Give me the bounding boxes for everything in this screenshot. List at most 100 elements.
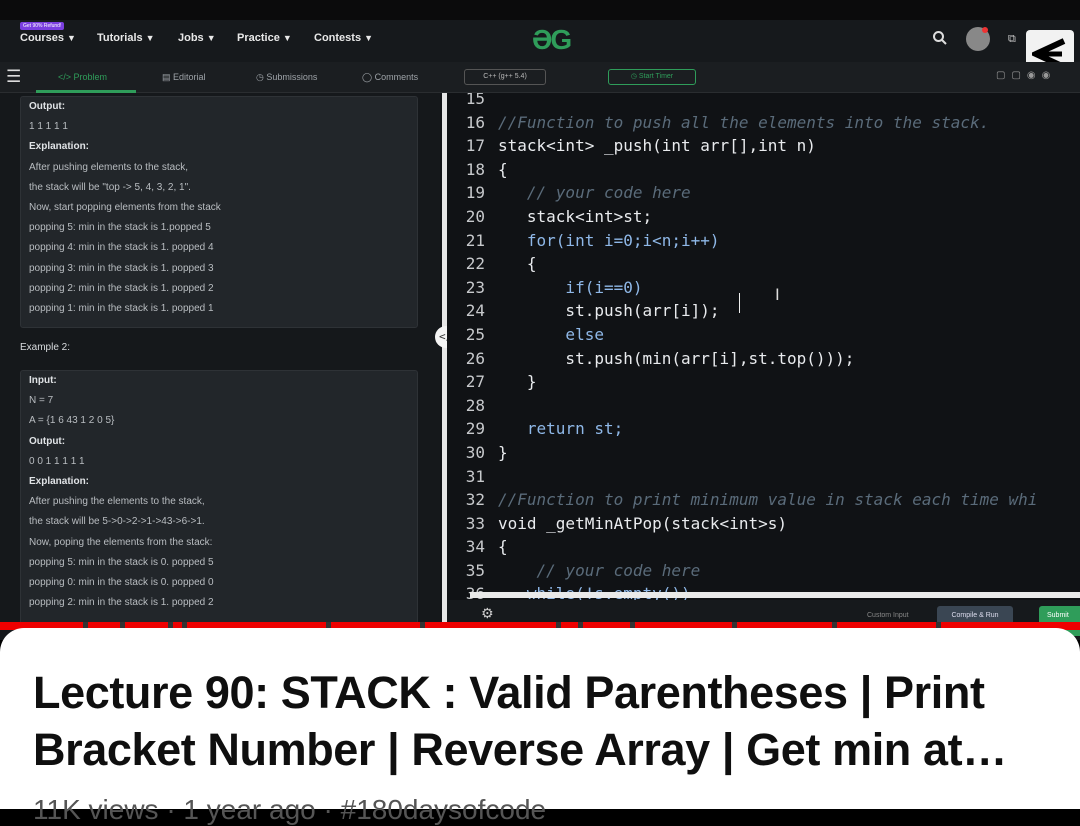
gear-icon[interactable]: ⚙ [481, 606, 494, 622]
code-line[interactable]: 19 // your code here [447, 181, 1037, 205]
nav-courses[interactable]: Courses ▼ [20, 32, 76, 44]
example-line: 1 1 1 1 1 [29, 121, 68, 133]
example-2-title: Example 2: [20, 342, 71, 353]
code-line[interactable]: 26 st.push(min(arr[i],st.top())); [447, 347, 1037, 371]
line-number: 15 [465, 93, 485, 108]
example-line: the stack will be 5->0->2->1->43->6->1. [29, 516, 205, 528]
code-line[interactable]: 30} [447, 441, 1037, 465]
line-number: 29 [465, 419, 485, 439]
code-line[interactable]: 23 if(i==0) [447, 276, 1037, 300]
code-lines[interactable]: 15 16 //Function to push all the elements … [447, 93, 1038, 606]
line-number: 25 [465, 324, 485, 344]
code-line[interactable]: 29 return st; [447, 417, 1037, 441]
promo-badge[interactable]: Get 90% Refund! [20, 22, 65, 30]
chevron-down-icon: ▼ [145, 33, 155, 43]
example-line: popping 2: min in the stack is 1. popped… [29, 597, 214, 609]
line-number: 18 [465, 159, 485, 179]
site-navbar: Get 90% Refund! Courses ▼ Tutorials ▼ Jobs… [0, 20, 1080, 62]
text-cursor [739, 293, 740, 313]
nav-practice[interactable]: Practice ▼ [237, 32, 292, 44]
example-line: Input: [29, 375, 57, 386]
line-number: 28 [465, 395, 485, 415]
nav-jobs[interactable]: Jobs ▼ [178, 32, 216, 44]
editor-tool-icons[interactable]: ▢▢◉◉ [996, 70, 1056, 81]
video-title[interactable]: Lecture 90: STACK : Valid Parentheses | … [33, 664, 1053, 778]
code-text: if(i==0) [498, 277, 643, 297]
video-meta: 11K views · 1 year ago · #180daysofcode [33, 794, 547, 825]
chevron-down-icon: ▼ [282, 33, 292, 43]
code-text: } [498, 442, 508, 462]
language-select[interactable]: C++ (g++ 5.4) [464, 69, 546, 85]
code-editor[interactable]: 15 16 //Function to push all the elements … [447, 93, 1080, 640]
line-number: 23 [465, 277, 485, 297]
chevron-down-icon: ▼ [364, 33, 373, 43]
example-line: popping 5: min in the stack is 1.popped … [29, 222, 211, 234]
top-band [0, 0, 1080, 20]
code-text: for(int i=0;i<n;i++) [498, 230, 720, 250]
code-text: // your code here [498, 183, 691, 203]
code-line[interactable]: 15 [447, 93, 1037, 111]
video-frame[interactable]: Get 90% Refund! Courses ▼ Tutorials ▼ Jobs… [0, 0, 1080, 640]
code-text: // your code here [498, 560, 701, 580]
code-text: { [498, 159, 508, 179]
code-text: st.push(min(arr[i],st.top())); [498, 348, 855, 368]
tab-problem[interactable]: </> Problem [58, 72, 107, 82]
search-icon[interactable] [932, 30, 948, 46]
line-number: 20 [465, 206, 485, 226]
ibeam-cursor-icon: I [775, 285, 780, 304]
code-text: { [498, 537, 508, 557]
example-line: After pushing the elements to the stack, [29, 496, 205, 508]
code-line[interactable]: 31 [447, 465, 1037, 489]
code-text: { [498, 254, 537, 274]
editor-horizontal-scrollbar[interactable] [470, 592, 1080, 598]
code-text: else [498, 324, 604, 344]
example-line: popping 2: min in the stack is 1. popped… [29, 282, 214, 294]
menu-icon[interactable]: ☰ [6, 67, 21, 87]
tab-comments[interactable]: ◯ Comments [362, 72, 418, 83]
tab-editorial[interactable]: ▤ Editorial [162, 72, 206, 83]
example-line: popping 0: min in the stack is 0. popped… [29, 576, 214, 588]
code-line[interactable]: 17 stack<int> _push(int arr[],int n) [447, 134, 1037, 158]
code-line[interactable]: 34 { [447, 535, 1037, 559]
code-line[interactable]: 35 // your code here [447, 559, 1037, 583]
code-line[interactable]: 33 void _getMinAtPop(stack<int>s) [447, 512, 1037, 536]
code-line[interactable]: 25 else [447, 323, 1037, 347]
code-text: void _getMinAtPop(stack<int>s) [498, 513, 787, 533]
example-line: the stack will be "top -> 5, 4, 3, 2, 1"… [29, 181, 191, 193]
example-1-box: Output: 1 1 1 1 1 Explanation: After pushin… [20, 96, 418, 328]
example-line: A = {1 6 43 1 2 0 5} [29, 415, 115, 427]
example-line: Now, start popping elements from the sta… [29, 201, 221, 213]
code-text: return st; [498, 419, 624, 439]
code-text: stack<int> _push(int arr[],int n) [498, 136, 816, 156]
example-line: popping 5: min in the stack is 0. popped… [29, 556, 214, 568]
line-number: 27 [465, 372, 485, 392]
line-number: 21 [465, 230, 485, 250]
start-timer-button[interactable]: ◷ Start Timer [608, 69, 696, 85]
code-line[interactable]: 22 { [447, 252, 1037, 276]
code-line[interactable]: 16 //Function to push all the elements in… [447, 111, 1037, 135]
code-line[interactable]: 27 } [447, 370, 1037, 394]
line-number: 16 [465, 112, 485, 132]
example-line: Output: [29, 101, 66, 112]
site-logo[interactable]: ƏG [532, 24, 572, 56]
code-line[interactable]: 28 [447, 394, 1037, 418]
language-icon[interactable]: ⧉ [1008, 32, 1016, 46]
line-number: 35 [465, 560, 485, 580]
code-line[interactable]: 20 stack<int>st; [447, 205, 1037, 229]
code-line[interactable]: 21 for(int i=0;i<n;i++) [447, 229, 1037, 253]
custom-input-toggle[interactable]: Custom Input [867, 612, 909, 619]
code-line[interactable]: 24 st.push(arr[i]); [447, 299, 1037, 323]
tab-submissions[interactable]: ◷ Submissions [256, 72, 317, 83]
code-line[interactable]: 18 { [447, 158, 1037, 182]
line-number: 19 [465, 183, 485, 203]
nav-contests[interactable]: Contests ▼ [314, 32, 373, 44]
line-number: 34 [465, 537, 485, 557]
example-line: popping 1: min in the stack is 1. popped… [29, 302, 214, 314]
example-line: Now, poping the elements from the stack: [29, 536, 213, 548]
line-number: 26 [465, 348, 485, 368]
avatar[interactable] [966, 27, 990, 51]
code-line[interactable]: 32 //Function to print minimum value in s… [447, 488, 1038, 512]
code-text: st.push(arr[i]); [498, 301, 720, 321]
example-line: 0 0 1 1 1 1 1 [29, 455, 85, 467]
nav-tutorials[interactable]: Tutorials ▼ [97, 32, 155, 44]
